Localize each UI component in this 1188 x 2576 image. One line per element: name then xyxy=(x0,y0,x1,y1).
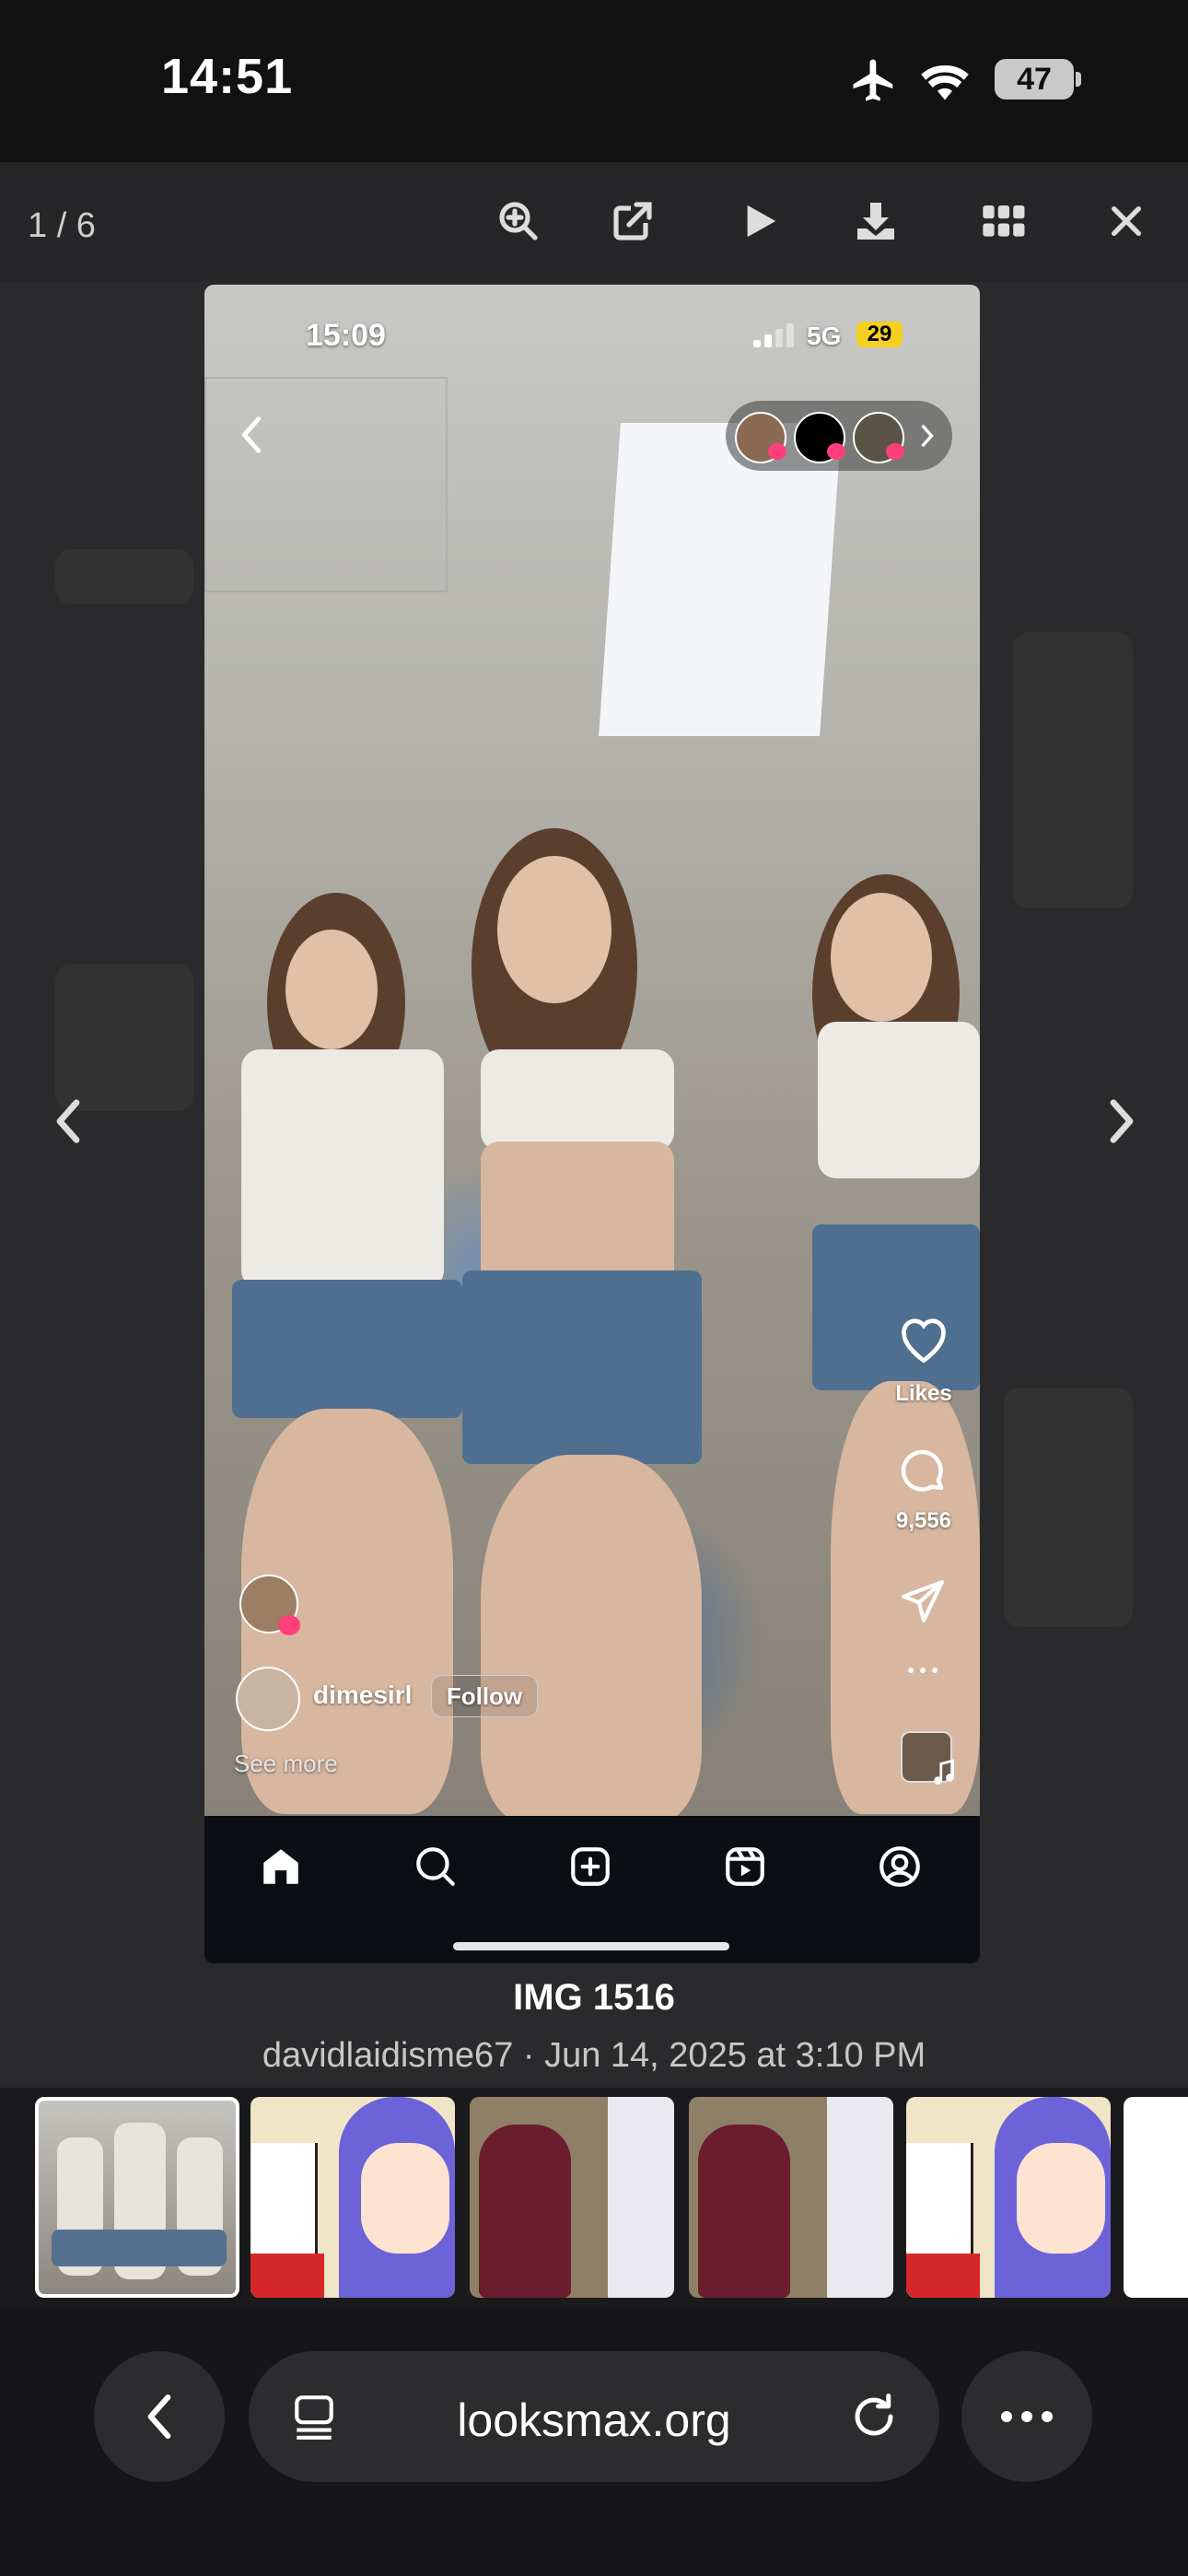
thumbnail[interactable] xyxy=(1124,2097,1188,2298)
airplane-icon xyxy=(849,55,899,110)
reels-icon[interactable] xyxy=(722,1844,768,1894)
create-post-icon[interactable] xyxy=(567,1844,613,1894)
post-battery-level: 29 xyxy=(867,322,892,346)
see-more-link[interactable]: See more xyxy=(234,1750,338,1778)
battery-indicator: 47 xyxy=(995,59,1074,100)
share-icon[interactable] xyxy=(899,1578,947,1629)
url-text[interactable]: looksmax.org xyxy=(249,2394,939,2447)
browser-more-button[interactable] xyxy=(961,2351,1092,2482)
thumbnail-selected[interactable] xyxy=(35,2097,239,2298)
figure-shorts xyxy=(462,1270,702,1464)
previous-arrow-icon[interactable] xyxy=(48,1096,88,1151)
thumb-figure xyxy=(698,2125,790,2298)
figure-top xyxy=(241,1049,444,1289)
figure-shorts xyxy=(812,1224,980,1390)
post-image[interactable]: 15:09 5G 29 Likes 9,556 dimesirl Follow … xyxy=(204,285,980,1963)
zoom-in-icon[interactable] xyxy=(486,189,551,253)
figure-face xyxy=(497,856,611,1003)
username[interactable]: dimesirl xyxy=(313,1680,412,1710)
grid-icon[interactable] xyxy=(972,189,1036,253)
battery-nub xyxy=(1076,72,1081,87)
back-chevron-icon[interactable] xyxy=(236,414,267,461)
ceiling-panel xyxy=(204,377,448,592)
thumb-figure xyxy=(608,2097,674,2298)
figure-face xyxy=(831,893,932,1022)
download-icon[interactable] xyxy=(844,189,908,253)
backdrop-shape xyxy=(55,964,193,1111)
follow-button[interactable]: Follow xyxy=(431,1675,538,1717)
post-photo xyxy=(204,285,980,1823)
wifi-icon xyxy=(917,57,973,106)
status-time: 14:51 xyxy=(161,49,294,104)
profile-icon[interactable] xyxy=(877,1844,923,1894)
post-status-time: 15:09 xyxy=(306,318,386,353)
more-icon xyxy=(1001,2411,1053,2422)
backdrop-shape xyxy=(55,549,193,604)
play-icon[interactable] xyxy=(728,189,792,253)
backdrop-shape xyxy=(1013,632,1133,908)
heart-badge-icon xyxy=(827,443,845,460)
thumb-figure xyxy=(361,2143,449,2254)
chevron-right-icon xyxy=(919,423,936,453)
stories-pill[interactable] xyxy=(726,401,952,471)
thumbnail[interactable] xyxy=(906,2097,1111,2298)
network-label: 5G xyxy=(807,322,842,350)
thumb-figure xyxy=(479,2125,571,2298)
image-title: IMG 1516 xyxy=(513,1977,675,2018)
thumb-figure xyxy=(827,2097,893,2298)
thumb-figure xyxy=(52,2230,227,2266)
back-icon xyxy=(147,2394,171,2440)
figure-legs xyxy=(481,1455,702,1823)
heart-badge-icon xyxy=(768,443,786,460)
browser-back-button[interactable] xyxy=(94,2351,225,2482)
next-arrow-icon[interactable] xyxy=(1101,1096,1142,1151)
figure-shorts xyxy=(232,1280,462,1418)
home-indicator xyxy=(453,1942,729,1950)
thumb-figure xyxy=(906,2254,980,2298)
comment-icon[interactable] xyxy=(899,1447,949,1502)
search-icon[interactable] xyxy=(413,1844,459,1894)
likes-label: Likes xyxy=(895,1381,952,1406)
backdrop-shape xyxy=(1004,1388,1133,1627)
music-note-icon xyxy=(932,1759,956,1791)
figure-top xyxy=(818,1022,980,1178)
reload-icon[interactable] xyxy=(849,2392,899,2446)
battery-level: 47 xyxy=(1017,61,1052,97)
image-meta: davidlaidisme67 · Jun 14, 2025 at 3:10 P… xyxy=(262,2036,926,2075)
close-icon[interactable] xyxy=(1094,189,1159,253)
comments-count: 9,556 xyxy=(895,1508,952,1533)
heart-icon[interactable] xyxy=(897,1315,950,1367)
page-counter: 1 / 6 xyxy=(28,206,96,245)
thumb-figure xyxy=(250,2254,324,2298)
thumb-figure xyxy=(1017,2143,1105,2254)
user-avatar[interactable] xyxy=(236,1667,300,1731)
figure-torso xyxy=(481,1142,674,1289)
thumbnail[interactable] xyxy=(470,2097,674,2298)
heart-badge-icon xyxy=(278,1615,300,1635)
heart-badge-icon xyxy=(886,443,904,460)
figure-top xyxy=(481,1049,674,1151)
thumbnail[interactable] xyxy=(250,2097,455,2298)
thumbnail[interactable] xyxy=(689,2097,893,2298)
figure-face xyxy=(285,930,378,1049)
post-battery: 29 xyxy=(856,322,903,347)
address-bar[interactable]: looksmax.org xyxy=(249,2351,939,2482)
home-icon[interactable] xyxy=(258,1844,304,1894)
open-external-icon[interactable] xyxy=(600,189,665,253)
cellular-signal-icon xyxy=(753,323,794,352)
more-options-icon[interactable] xyxy=(906,1663,939,1680)
